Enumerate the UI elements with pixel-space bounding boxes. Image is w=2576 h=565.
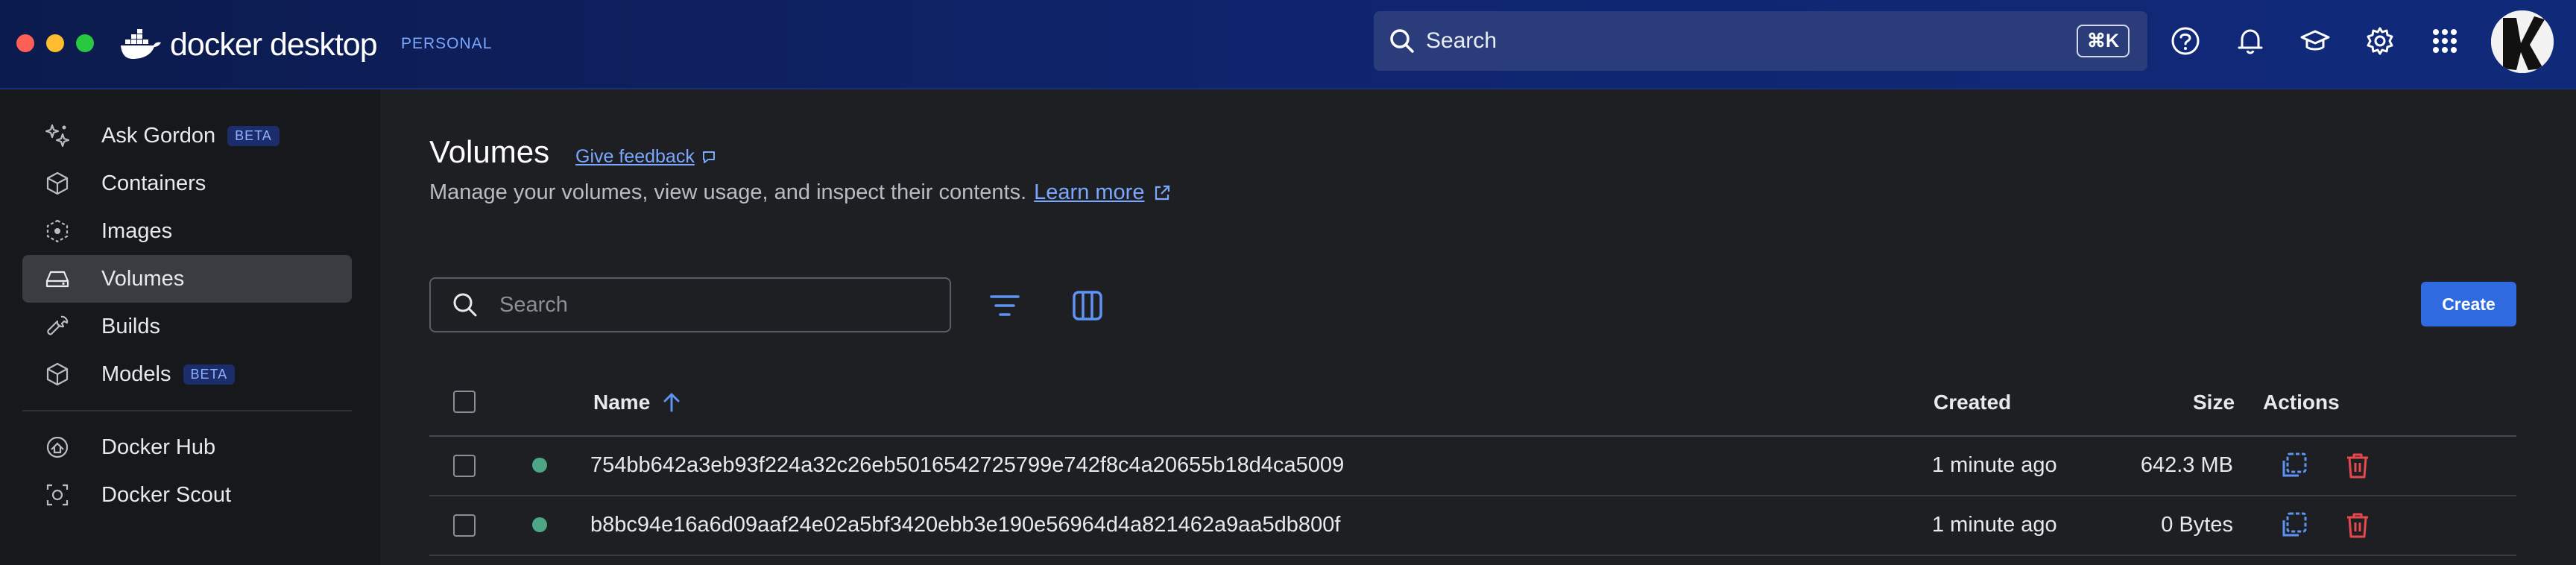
in-use-status-dot (532, 458, 547, 473)
column-header-name-label: Name (593, 391, 651, 414)
row-checkbox[interactable] (453, 455, 476, 477)
sidebar-item-ask-gordon[interactable]: Ask Gordon BETA (22, 112, 352, 160)
image-icon (46, 219, 69, 243)
sidebar-item-volumes[interactable]: Volumes (22, 255, 352, 303)
give-feedback-label: Give feedback (575, 146, 695, 167)
sidebar-item-label: Docker Hub (101, 435, 216, 459)
volume-name[interactable]: b8bc94e16a6d09aaf24e02a5bf3420ebb3e190e5… (590, 513, 1340, 537)
beta-badge: BETA (227, 125, 280, 146)
cube-icon (46, 362, 69, 386)
docker-whale-icon (121, 29, 161, 59)
title-bar: docker desktop PERSONAL Search ⌘K (0, 0, 2576, 89)
sidebar-item-images[interactable]: Images (22, 207, 352, 255)
external-link-icon (1155, 185, 1170, 200)
sidebar-item-docker-scout[interactable]: Docker Scout (22, 471, 352, 519)
graduation-cap-icon[interactable] (2298, 24, 2332, 58)
sidebar-item-label: Containers (101, 171, 206, 195)
sidebar-item-label: Docker Scout (101, 482, 232, 507)
sidebar-item-docker-hub[interactable]: Docker Hub (22, 423, 352, 471)
search-icon (1390, 29, 1414, 53)
trash-icon[interactable] (2342, 510, 2373, 541)
avatar[interactable] (2491, 10, 2554, 73)
sparkle-icon (45, 124, 70, 148)
sidebar-item-label: Images (101, 218, 173, 243)
subtitle-text: Manage your volumes, view usage, and ins… (429, 180, 1027, 204)
window-close-button[interactable] (16, 34, 34, 52)
volume-created: 1 minute ago (1932, 453, 2057, 477)
clone-icon[interactable] (2278, 450, 2309, 482)
page-title: Volumes (429, 134, 550, 169)
hub-icon (46, 436, 69, 458)
container-icon (46, 171, 69, 195)
volume-name[interactable]: 754bb642a3eb93f224a32c26eb5016542725799e… (590, 453, 1344, 478)
in-use-status-dot (532, 517, 547, 532)
search-icon (453, 293, 477, 317)
sidebar-item-label: Volumes (101, 266, 185, 291)
select-all-checkbox[interactable] (453, 391, 476, 413)
docker-logo: docker desktop (119, 21, 378, 69)
table-row[interactable]: b8bc94e16a6d09aaf24e02a5bf3420ebb3e190e5… (429, 496, 2516, 556)
sidebar-item-label: Builds (101, 314, 160, 338)
main-content: Volumes Give feedback Manage your volume… (380, 89, 2576, 565)
trash-icon[interactable] (2342, 450, 2373, 482)
sidebar-divider (22, 410, 352, 411)
search-placeholder: Search (1426, 28, 1497, 53)
volume-size: 642.3 MB (2140, 453, 2233, 477)
row-checkbox[interactable] (453, 514, 476, 537)
window-zoom-button[interactable] (76, 34, 94, 52)
table-row[interactable]: 754bb642a3eb93f224a32c26eb5016542725799e… (429, 437, 2516, 496)
table-header: Name Created Size Actions (429, 367, 2516, 437)
wrench-icon (47, 315, 69, 335)
volume-icon (45, 271, 69, 288)
learn-more-link[interactable]: Learn more (1034, 180, 1144, 205)
give-feedback-link[interactable]: Give feedback (575, 146, 719, 168)
chat-icon (702, 151, 715, 163)
plan-label: PERSONAL (401, 35, 493, 52)
page-subtitle: Manage your volumes, view usage, and ins… (429, 180, 1172, 205)
volume-created: 1 minute ago (1932, 513, 2057, 537)
clone-icon[interactable] (2278, 510, 2309, 541)
sidebar-item-models[interactable]: Models BETA (22, 350, 352, 398)
sidebar-item-containers[interactable]: Containers (22, 160, 352, 207)
sidebar-item-label: Ask Gordon (101, 123, 216, 148)
search-shortcut: ⌘K (2076, 25, 2130, 57)
column-header-name[interactable]: Name (593, 391, 683, 414)
sidebar-item-builds[interactable]: Builds (22, 303, 352, 350)
window-minimize-button[interactable] (46, 34, 64, 52)
search-placeholder: Search (499, 292, 568, 317)
volume-search-input[interactable]: Search (429, 277, 951, 332)
column-header-size[interactable]: Size (2193, 391, 2235, 414)
gear-icon[interactable] (2363, 24, 2397, 58)
sidebar: Ask Gordon BETA Containers Images Volume… (0, 89, 380, 565)
global-search-input[interactable]: Search ⌘K (1374, 11, 2147, 71)
scout-icon (46, 484, 69, 506)
grid-icon[interactable] (2428, 24, 2462, 58)
volume-size: 0 Bytes (2161, 513, 2233, 537)
help-icon[interactable] (2168, 24, 2203, 58)
sidebar-item-label: Models (101, 362, 171, 386)
beta-badge: BETA (183, 364, 236, 385)
create-button[interactable]: Create (2421, 282, 2516, 326)
bell-icon[interactable] (2233, 24, 2267, 58)
filter-icon[interactable] (987, 288, 1023, 323)
columns-icon[interactable] (1070, 288, 1105, 323)
column-header-created[interactable]: Created (1933, 391, 2011, 414)
column-header-actions: Actions (2263, 391, 2340, 414)
app-name: docker desktop (170, 26, 378, 63)
sort-ascending-icon (663, 393, 680, 412)
